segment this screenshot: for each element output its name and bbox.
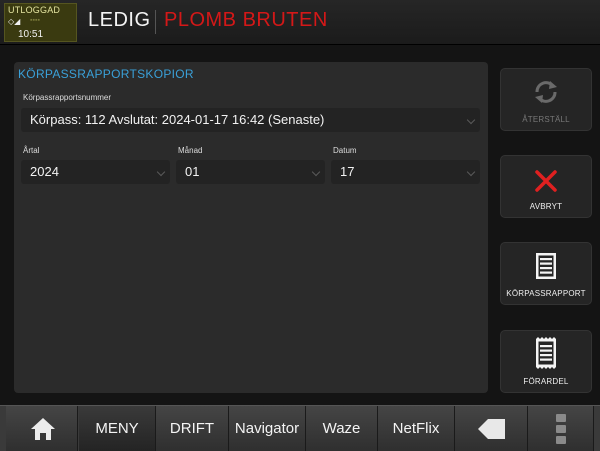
- meter-status: LEDIG: [88, 9, 151, 31]
- restore-label: ÅTERSTÄLL: [522, 115, 570, 124]
- month-label: Månad: [178, 146, 203, 155]
- year-select[interactable]: 2024: [21, 160, 170, 184]
- driver-part-label: FÖRARDEL: [523, 377, 569, 386]
- driver-part-button[interactable]: FÖRARDEL: [500, 330, 592, 393]
- panel-title: KÖRPASSRAPPORTSKOPIOR: [18, 67, 194, 81]
- menu-button[interactable]: MENY: [79, 406, 156, 451]
- status-indicator-icon: ▪▪▪▪: [30, 17, 40, 24]
- seal-alert: PLOMB BRUTEN: [164, 9, 328, 31]
- day-select[interactable]: 17: [331, 160, 480, 184]
- driving-report-button[interactable]: KÖRPASSRAPPORT: [500, 242, 592, 305]
- day-value: 17: [340, 164, 355, 179]
- report-number-select[interactable]: Körpass: 112 Avslutat: 2024-01-17 16:42 …: [21, 108, 480, 132]
- back-arrow-icon: [478, 419, 505, 439]
- drift-button[interactable]: DRIFT: [156, 406, 229, 451]
- restore-button[interactable]: ÅTERSTÄLL: [500, 68, 592, 131]
- month-value: 01: [185, 164, 200, 179]
- chevron-down-icon: [466, 167, 476, 177]
- status-divider: [155, 10, 156, 34]
- driving-report-label: KÖRPASSRAPPORT: [506, 289, 586, 298]
- cancel-button[interactable]: AVBRYT: [500, 155, 592, 218]
- document-icon: [536, 253, 556, 279]
- cancel-label: AVBRYT: [529, 202, 563, 211]
- bottom-navigation: MENY DRIFT Navigator Waze NetFlix: [0, 405, 600, 451]
- more-button[interactable]: [528, 406, 594, 451]
- receipt-icon: [536, 337, 556, 369]
- report-number-value: Körpass: 112 Avslutat: 2024-01-17 16:42 …: [30, 112, 325, 127]
- report-number-label: Körpassrapportsnummer: [23, 93, 112, 102]
- report-copies-panel: KÖRPASSRAPPORTSKOPIOR Körpassrapportsnum…: [14, 62, 488, 393]
- chevron-down-icon: [156, 167, 166, 177]
- signal-icon: ◇◢: [8, 17, 21, 26]
- login-status-label: UTLOGGAD: [8, 5, 61, 15]
- clock: 10:51: [18, 29, 44, 40]
- navigator-button[interactable]: Navigator: [229, 406, 306, 451]
- chevron-down-icon: [466, 115, 476, 125]
- back-button[interactable]: [455, 406, 528, 451]
- day-label: Datum: [333, 146, 357, 155]
- close-icon: [535, 170, 557, 192]
- status-header: UTLOGGAD ◇◢ ▪▪▪▪ 10:51 LEDIG PLOMB BRUTE…: [0, 0, 600, 45]
- login-status-box[interactable]: UTLOGGAD ◇◢ ▪▪▪▪ 10:51: [4, 3, 77, 42]
- year-value: 2024: [30, 164, 59, 179]
- year-label: Årtal: [23, 146, 40, 155]
- refresh-icon: [535, 81, 557, 103]
- more-vertical-icon: [556, 414, 566, 444]
- waze-button[interactable]: Waze: [306, 406, 378, 451]
- home-icon: [31, 418, 55, 440]
- home-button[interactable]: [6, 406, 78, 451]
- month-select[interactable]: 01: [176, 160, 325, 184]
- netflix-button[interactable]: NetFlix: [378, 406, 455, 451]
- chevron-down-icon: [311, 167, 321, 177]
